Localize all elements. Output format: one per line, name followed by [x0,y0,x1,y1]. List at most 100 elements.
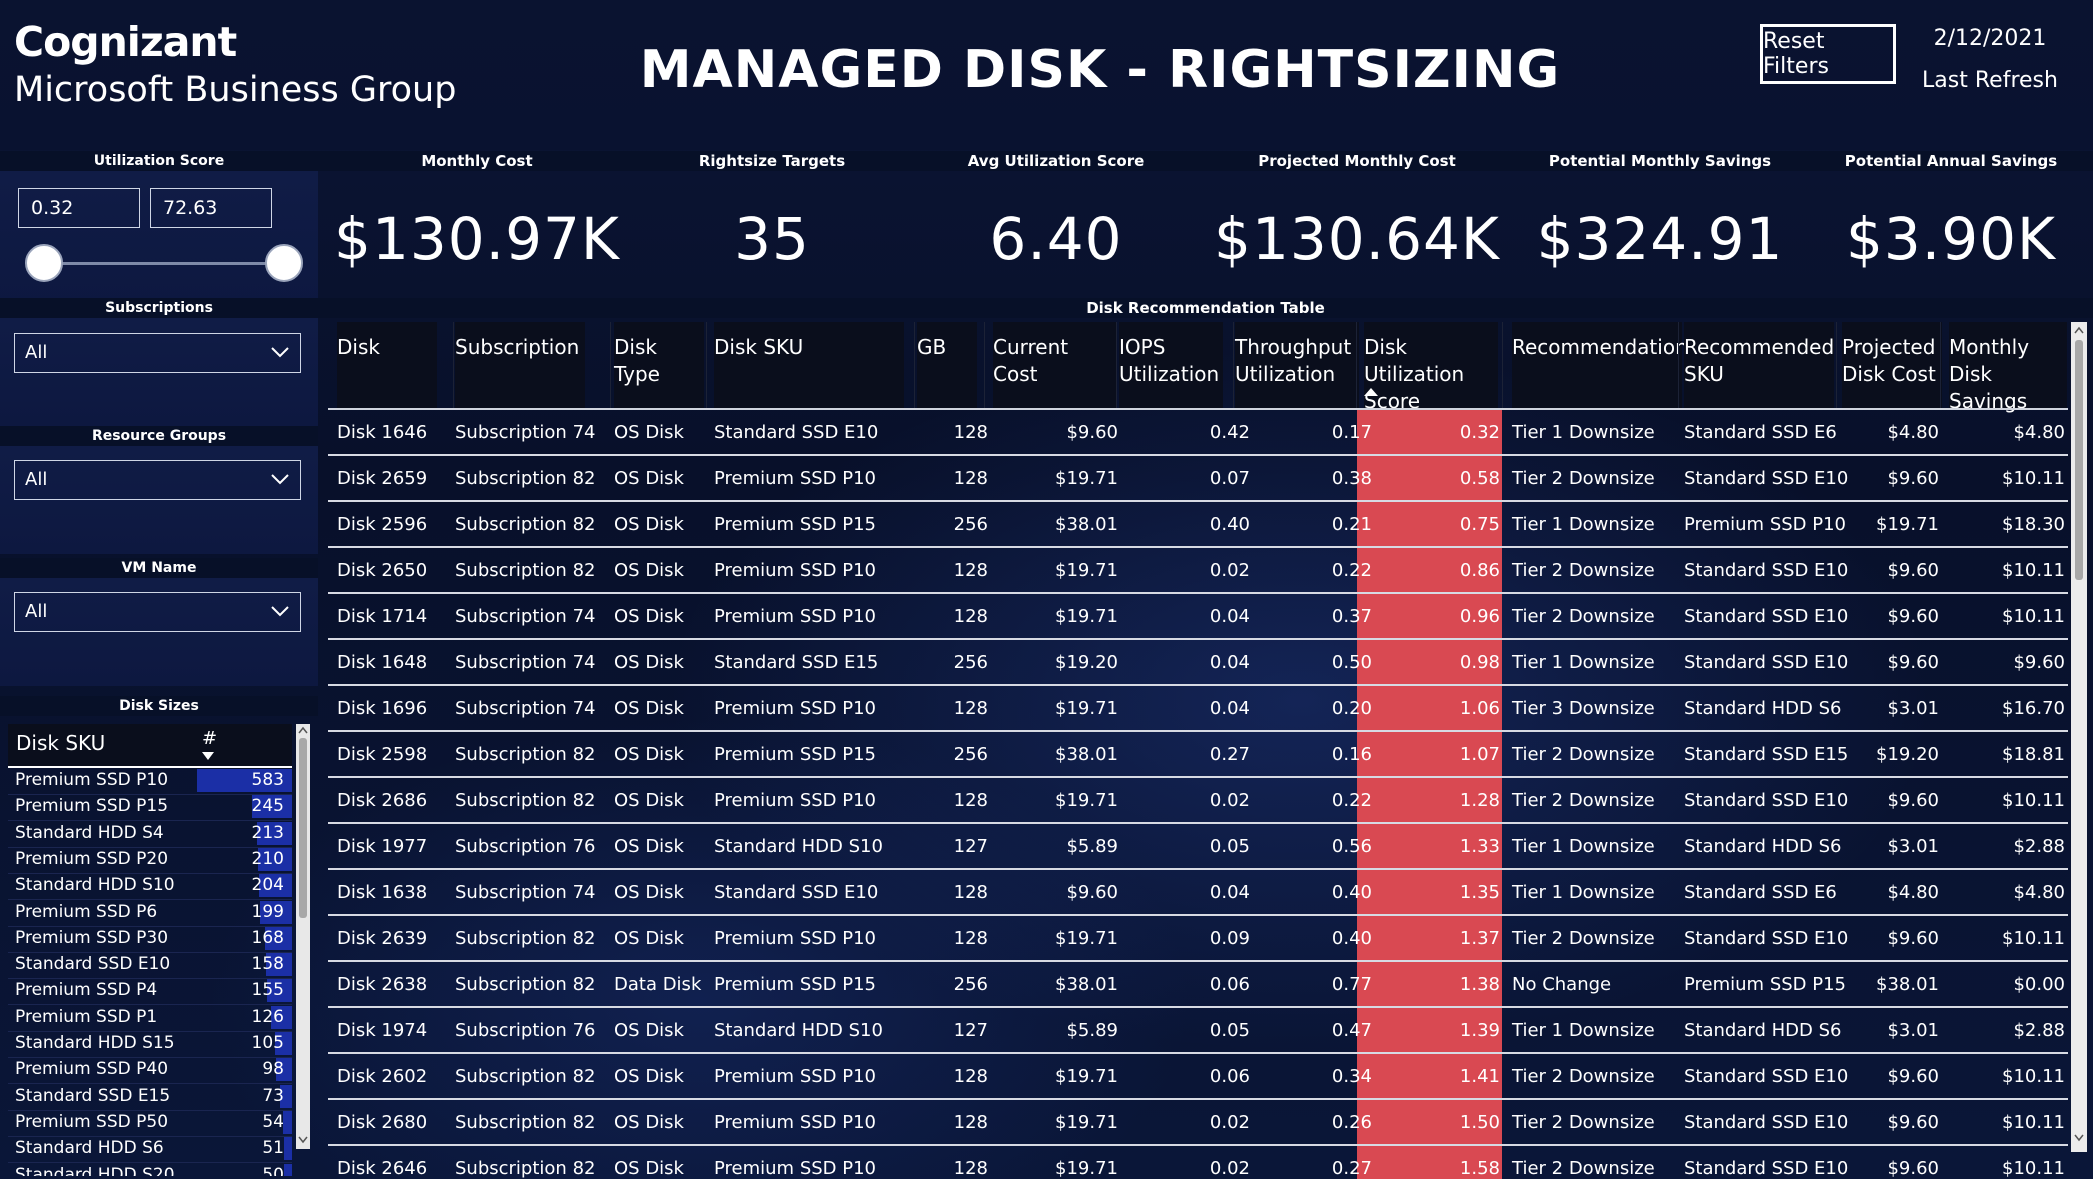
table-cell: Premium SSD P10 [714,790,877,811]
vm-name-dropdown[interactable]: All [14,592,301,632]
column-header[interactable]: Recommended SKU [1684,322,1834,408]
table-cell: 0.50 [1331,652,1372,673]
disk-sizes-scroll-thumb[interactable] [299,738,307,918]
table-cell: Subscription 82 [455,928,596,949]
table-cell: Disk 2598 [337,744,428,765]
utilization-max-input[interactable]: 72.63 [150,188,272,228]
refresh-label: Last Refresh [1922,68,2058,93]
table-row[interactable]: Disk 1638 Subscription 74 OS Disk Standard … [328,870,2068,916]
header-column-divider [706,322,707,408]
table-row[interactable]: Disk 1977 Subscription 76 OS Disk Standard … [328,824,2068,870]
resource-groups-value: All [25,469,48,490]
table-row[interactable]: Disk 2638 Subscription 82 Data Disk Premium… [328,962,2068,1008]
disk-size-row[interactable]: Premium SSD P6 199 [8,900,292,927]
kpi-value: 6.40 [989,205,1123,273]
vm-name-value: All [25,601,48,622]
count-cell: 245 [251,796,284,817]
disk-sku-column-header[interactable]: Disk SKU [16,731,105,755]
table-cell: $19.71 [1055,468,1118,489]
disk-sku-cell: Premium SSD P30 [15,927,169,948]
disk-size-row[interactable]: Premium SSD P15 245 [8,794,292,822]
scroll-up-icon[interactable] [2074,326,2084,334]
column-header[interactable]: Throughput Utilization [1235,322,1359,408]
column-header[interactable]: Disk SKU [714,322,904,408]
table-cell: OS Disk [614,514,684,535]
disk-size-row[interactable]: Premium SSD P10 583 [8,768,292,795]
disk-size-row[interactable]: Premium SSD P4 155 [8,978,292,1006]
table-row[interactable]: Disk 2680 Subscription 82 OS Disk Premium S… [328,1100,2068,1146]
disk-sizes-scrollbar[interactable] [296,724,310,1149]
table-cell: Tier 1 Downsize [1512,882,1655,903]
scroll-down-icon[interactable] [2074,1134,2084,1142]
column-header[interactable]: Projected Disk Cost [1842,322,1942,408]
disk-size-row[interactable]: Standard HDD S6 51 [8,1136,292,1164]
header-column-divider [1502,322,1503,408]
column-header[interactable]: Disk Utilization Score [1364,322,1498,413]
disk-size-row[interactable]: Standard HDD S10 204 [8,873,292,901]
column-header[interactable]: Disk Type [614,322,704,408]
table-row[interactable]: Disk 1696 Subscription 74 OS Disk Premium S… [328,686,2068,732]
column-header[interactable]: Subscription [455,322,585,408]
table-row[interactable]: Disk 1648 Subscription 74 OS Disk Standard … [328,640,2068,686]
recommendation-table-scrollbar[interactable] [2071,322,2087,1152]
column-header[interactable]: Monthly Disk Savings [1949,322,2067,413]
table-row[interactable]: Disk 2596 Subscription 82 OS Disk Premium S… [328,502,2068,548]
column-header[interactable]: Recommendation [1512,322,1688,408]
scroll-down-icon[interactable] [298,1136,308,1144]
table-cell: 0.38 [1331,468,1372,489]
table-cell: Standard HDD S10 [714,1020,883,1041]
table-cell: 0.17 [1331,422,1372,443]
table-cell: OS Disk [614,1066,684,1087]
disk-sku-cell: Premium SSD P4 [15,980,158,1001]
count-cell: 126 [251,1006,284,1027]
table-row[interactable]: Disk 2650 Subscription 82 OS Disk Premium S… [328,548,2068,594]
subscriptions-dropdown[interactable]: All [14,333,301,373]
table-scroll-thumb[interactable] [2075,340,2083,580]
disk-size-row[interactable]: Premium SSD P1 126 [8,1005,292,1032]
table-row[interactable]: Disk 2646 Subscription 82 OS Disk Premium S… [328,1146,2068,1179]
reset-filters-button[interactable]: Reset Filters [1760,24,1896,84]
disk-size-row[interactable]: Premium SSD P30 168 [8,926,292,953]
table-cell: 0.47 [1331,1020,1372,1041]
disk-size-row[interactable]: Premium SSD P40 98 [8,1057,292,1085]
table-cell: $10.11 [2002,790,2065,811]
kpi-label: Monthly Cost [421,152,533,170]
column-header[interactable]: Current Cost [993,322,1117,408]
table-row[interactable]: Disk 1974 Subscription 76 OS Disk Standard … [328,1008,2068,1054]
table-row[interactable]: Disk 2602 Subscription 82 OS Disk Premium S… [328,1054,2068,1100]
utilization-slider-min-handle[interactable] [25,244,63,282]
disk-size-row[interactable]: Premium SSD P20 210 [8,847,292,874]
table-row[interactable]: Disk 2639 Subscription 82 OS Disk Premium S… [328,916,2068,962]
table-cell: 128 [953,790,988,811]
table-cell: $19.71 [1876,514,1939,535]
table-row[interactable]: Disk 2686 Subscription 82 OS Disk Premium S… [328,778,2068,824]
table-row[interactable]: Disk 1714 Subscription 74 OS Disk Premium S… [328,594,2068,640]
disk-size-row[interactable]: Standard SSD E10 158 [8,952,292,980]
disk-size-row[interactable]: Standard HDD S15 105 [8,1031,292,1058]
disk-size-row[interactable]: Premium SSD P50 54 [8,1110,292,1137]
table-row[interactable]: Disk 1646 Subscription 74 OS Disk Standard … [328,410,2068,456]
disk-size-row[interactable]: Standard SSD E15 73 [8,1084,292,1111]
column-header[interactable]: IOPS Utilization [1119,322,1223,408]
table-cell: $38.01 [1055,514,1118,535]
table-cell: 1.06 [1459,698,1500,719]
count-cell: 213 [251,822,284,843]
scroll-up-icon[interactable] [298,726,308,734]
table-row[interactable]: Disk 2598 Subscription 82 OS Disk Premium S… [328,732,2068,778]
utilization-slider-track[interactable] [44,262,284,265]
recommendation-table: Disk Subscription Disk Type Disk SKU GB Curre… [328,322,2068,1179]
column-header[interactable]: GB [917,322,977,408]
count-cell: 50 [262,1164,284,1177]
disk-size-row[interactable]: Standard HDD S20 50 [8,1163,292,1177]
utilization-slider-max-handle[interactable] [265,244,303,282]
disk-size-row[interactable]: Standard HDD S4 213 [8,821,292,848]
table-cell: Standard SSD E15 [1684,744,1849,765]
column-header[interactable]: Disk [337,322,437,408]
header-column-divider [1356,322,1357,408]
table-row[interactable]: Disk 2659 Subscription 82 OS Disk Premium S… [328,456,2068,502]
table-cell: Premium SSD P15 [1684,974,1847,995]
count-column-header[interactable]: # [202,728,217,749]
table-cell: Standard SSD E10 [1684,468,1849,489]
resource-groups-dropdown[interactable]: All [14,460,301,500]
utilization-min-input[interactable]: 0.32 [18,188,140,228]
